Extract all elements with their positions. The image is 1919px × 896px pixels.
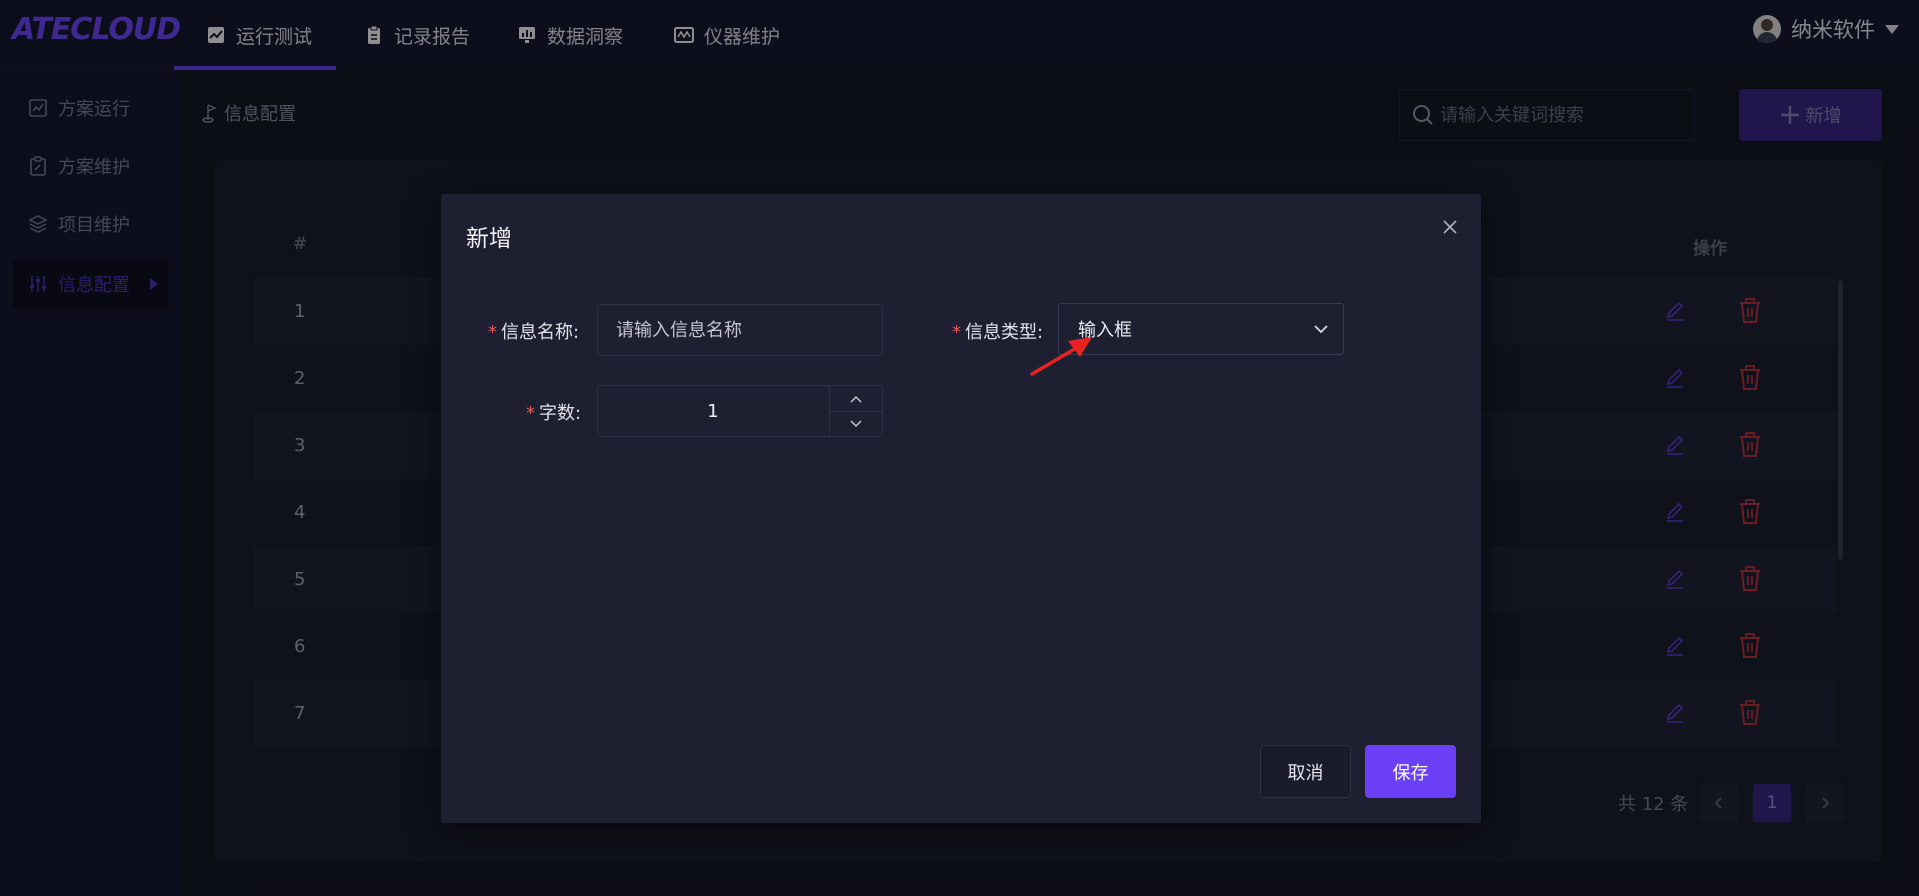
char-count-label-text: 字数: [539,403,582,424]
chevron-up-icon [850,395,862,403]
required-mark: * [488,322,497,343]
save-button[interactable]: 保存 [1365,745,1456,798]
chevron-down-icon [1314,325,1328,334]
info-name-label: * 信息名称: [488,318,579,344]
char-count-label: * 字数: [526,399,581,425]
info-type-select[interactable]: 输入框 [1058,303,1344,355]
add-dialog: 新增 *信息名称: *信息类型: 输入框 *字数: 1 取消 保存 [441,194,1481,823]
info-name-input[interactable] [598,319,882,341]
info-name-field[interactable] [597,304,883,356]
chevron-down-icon [850,420,862,428]
stepper-controls [829,386,882,436]
stepper-decrement[interactable] [830,411,882,436]
info-type-value: 输入框 [1078,320,1132,341]
stepper-increment[interactable] [830,386,882,411]
char-count-stepper[interactable]: 1 [597,385,883,437]
char-count-value[interactable]: 1 [598,401,828,422]
close-icon[interactable] [1441,218,1459,236]
cancel-button[interactable]: 取消 [1260,745,1351,798]
info-name-label-text: 信息名称: [501,322,580,343]
required-mark: * [952,322,961,343]
annotation-arrow-icon [1030,337,1092,376]
dialog-title: 新增 [466,226,512,252]
required-mark: * [526,403,535,424]
